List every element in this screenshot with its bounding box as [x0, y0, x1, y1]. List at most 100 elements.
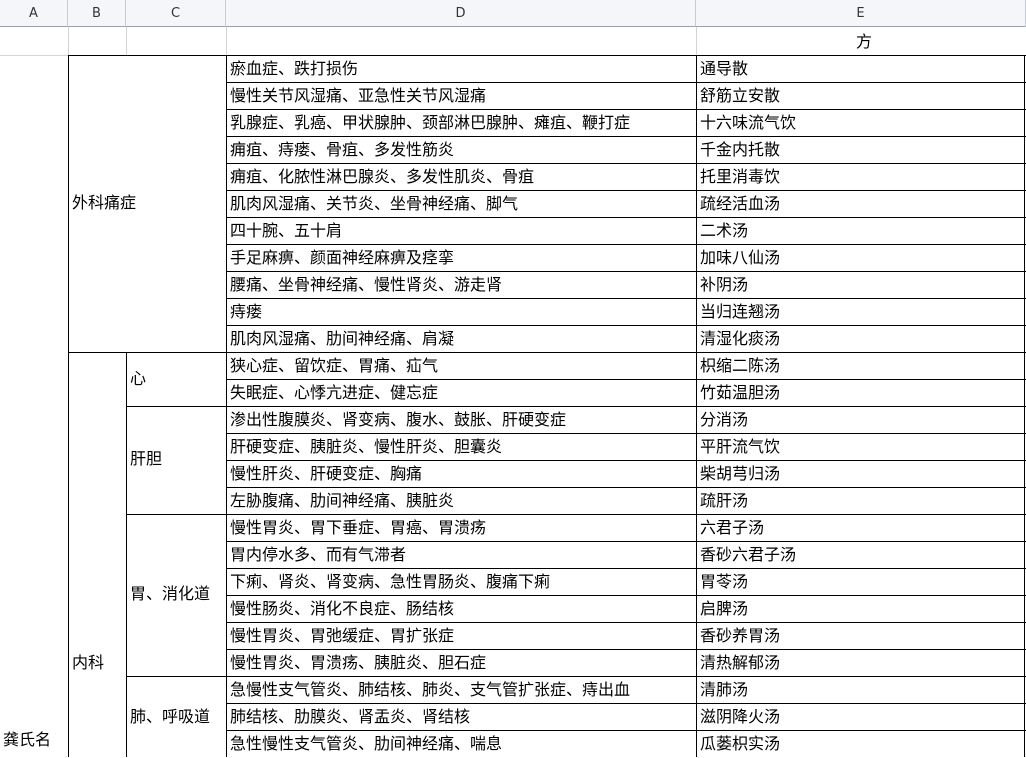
spreadsheet-grid[interactable]: A B C D E 方 外科痛症 内科 心 肝胆 胃、消化道 肺、呼吸道 龚氏名… — [0, 0, 1026, 757]
grid-line — [226, 487, 1026, 488]
formula-cell[interactable]: 托里消毒饮 — [696, 164, 1026, 191]
formula-cell[interactable]: 疏经活血汤 — [696, 191, 1026, 218]
disease-cell[interactable]: 肺结核、肋膜炎、肾盂炎、肾结核 — [226, 704, 696, 731]
grid-line — [1024, 55, 1025, 757]
disease-cell[interactable]: 狭心症、留饮症、胃痛、疝气 — [226, 353, 696, 380]
grid-line — [226, 622, 1026, 623]
grid-line — [68, 352, 226, 353]
grid-line — [126, 676, 226, 677]
disease-cell[interactable]: 四十腕、五十肩 — [226, 218, 696, 245]
formula-cell[interactable]: 六君子汤 — [696, 515, 1026, 542]
grid-line — [696, 55, 697, 757]
disease-cell[interactable]: 慢性胃炎、胃溃疡、胰脏炎、胆石症 — [226, 650, 696, 677]
grid-line — [226, 649, 1026, 650]
disease-cell[interactable]: 急性慢性支气管炎、肋间神经痛、喘息 — [226, 731, 696, 758]
grid-line — [226, 109, 1026, 110]
subgroup-label-lung[interactable]: 肺、呼吸道 — [126, 704, 226, 730]
disease-cell[interactable]: 痈疽、痔瘘、骨疽、多发性筋炎 — [226, 137, 696, 164]
grid-line — [126, 352, 127, 757]
column-header-b[interactable]: B — [68, 0, 126, 27]
group-label-surgery[interactable]: 外科痛症 — [68, 190, 226, 216]
grid-line — [226, 433, 1026, 434]
formula-cell[interactable]: 通导散 — [696, 56, 1026, 83]
grid-line — [226, 217, 1026, 218]
formula-cell[interactable]: 枳缩二陈汤 — [696, 353, 1026, 380]
disease-cell[interactable]: 急慢性支气管炎、肺结核、肺炎、支气管扩张症、痔出血 — [226, 677, 696, 704]
grid-line — [226, 568, 1026, 569]
column-header-a[interactable]: A — [0, 0, 68, 27]
formula-cell[interactable]: 胃苓汤 — [696, 569, 1026, 596]
disease-cell[interactable]: 慢性肠炎、消化不良症、肠结核 — [226, 596, 696, 623]
formula-cell[interactable]: 柴胡芎归汤 — [696, 461, 1026, 488]
disease-cell[interactable]: 手足麻痹、颜面神经麻痹及痉挛 — [226, 245, 696, 272]
disease-cell[interactable]: 慢性胃炎、胃下垂症、胃癌、胃溃疡 — [226, 515, 696, 542]
formula-cell[interactable]: 香砂六君子汤 — [696, 542, 1026, 569]
grid-line — [696, 27, 697, 56]
disease-cell[interactable]: 肌肉风湿痛、肋间神经痛、肩凝 — [226, 326, 696, 353]
formula-cell[interactable]: 分消汤 — [696, 407, 1026, 434]
disease-cell[interactable]: 痈疽、化脓性淋巴腺炎、多发性肌炎、骨疽 — [226, 164, 696, 191]
grid-line — [226, 244, 1026, 245]
grid-line — [226, 541, 1026, 542]
column-header-c[interactable]: C — [126, 0, 226, 27]
formula-cell[interactable]: 补阴汤 — [696, 272, 1026, 299]
grid-line — [226, 136, 1026, 137]
grid-line — [226, 271, 1026, 272]
formula-cell[interactable]: 平肝流气饮 — [696, 434, 1026, 461]
disease-cell[interactable]: 腰痛、坐骨神经痛、慢性肾炎、游走肾 — [226, 272, 696, 299]
subgroup-label-stomach[interactable]: 胃、消化道 — [126, 581, 226, 607]
grid-line — [226, 325, 1026, 326]
formula-cell[interactable]: 二术汤 — [696, 218, 1026, 245]
grid-line — [226, 595, 1026, 596]
disease-cell[interactable]: 瘀血症、跌打损伤 — [226, 56, 696, 83]
grid-line — [68, 27, 69, 56]
disease-cell[interactable]: 肌肉风湿痛、关节炎、坐骨神经痛、脚气 — [226, 191, 696, 218]
formula-cell[interactable]: 疏肝汤 — [696, 488, 1026, 515]
disease-cell[interactable]: 慢性肝炎、肝硬变症、胸痛 — [226, 461, 696, 488]
grid-line — [126, 406, 226, 407]
subgroup-label-liver[interactable]: 肝胆 — [126, 446, 226, 472]
grid-line — [226, 379, 1026, 380]
disease-cell[interactable]: 慢性胃炎、胃弛缓症、胃扩张症 — [226, 623, 696, 650]
formula-cell[interactable]: 香砂养胃汤 — [696, 623, 1026, 650]
grid-line — [226, 514, 1026, 515]
grid-line — [226, 406, 1026, 407]
disease-cell[interactable]: 左胁腹痛、肋间神经痛、胰脏炎 — [226, 488, 696, 515]
formula-cell[interactable]: 瓜蒌枳实汤 — [696, 731, 1026, 758]
header-cell-e[interactable]: 方 — [852, 29, 892, 55]
column-header-d[interactable]: D — [226, 0, 696, 27]
disease-cell[interactable]: 痔瘘 — [226, 299, 696, 326]
grid-line — [226, 730, 1026, 731]
formula-cell[interactable]: 启脾汤 — [696, 596, 1026, 623]
disease-cell[interactable]: 慢性关节风湿痛、亚急性关节风湿痛 — [226, 83, 696, 110]
formula-cell[interactable]: 十六味流气饮 — [696, 110, 1026, 137]
grid-line — [226, 55, 1026, 56]
formula-cell[interactable]: 清热解郁汤 — [696, 650, 1026, 677]
grid-line — [226, 298, 1026, 299]
disease-cell[interactable]: 失眠症、心悸亢进症、健忘症 — [226, 380, 696, 407]
disease-cell[interactable]: 下痢、肾炎、肾变病、急性胃肠炎、腹痛下痢 — [226, 569, 696, 596]
group-label-internal[interactable]: 内科 — [68, 650, 126, 676]
disease-cell[interactable]: 渗出性腹膜炎、肾变病、腹水、鼓胀、肝硬变症 — [226, 407, 696, 434]
disease-cell[interactable]: 肝硬变症、胰脏炎、慢性肝炎、胆囊炎 — [226, 434, 696, 461]
disease-cell[interactable]: 胃内停水多、而有气滞者 — [226, 542, 696, 569]
column-header-e[interactable]: E — [696, 0, 1026, 27]
grid-line — [68, 55, 226, 56]
formula-cell[interactable]: 舒筋立安散 — [696, 83, 1026, 110]
grid-line — [226, 703, 1026, 704]
grid-line — [226, 82, 1026, 83]
formula-cell[interactable]: 竹茹温胆汤 — [696, 380, 1026, 407]
formula-cell[interactable]: 滋阴降火汤 — [696, 704, 1026, 731]
column-a-label[interactable]: 龚氏名 — [0, 727, 68, 753]
grid-line — [226, 190, 1026, 191]
grid-line — [126, 27, 127, 56]
formula-cell[interactable]: 加味八仙汤 — [696, 245, 1026, 272]
formula-cell[interactable]: 清肺汤 — [696, 677, 1026, 704]
formula-cell[interactable]: 千金内托散 — [696, 137, 1026, 164]
grid-line — [226, 676, 1026, 677]
formula-cell[interactable]: 清湿化痰汤 — [696, 326, 1026, 353]
disease-cell[interactable]: 乳腺症、乳癌、甲状腺肿、颈部淋巴腺肿、瘫疽、鞭打症 — [226, 110, 696, 137]
formula-cell[interactable]: 当归连翘汤 — [696, 299, 1026, 326]
grid-line — [226, 460, 1026, 461]
subgroup-label-heart[interactable]: 心 — [126, 366, 226, 392]
